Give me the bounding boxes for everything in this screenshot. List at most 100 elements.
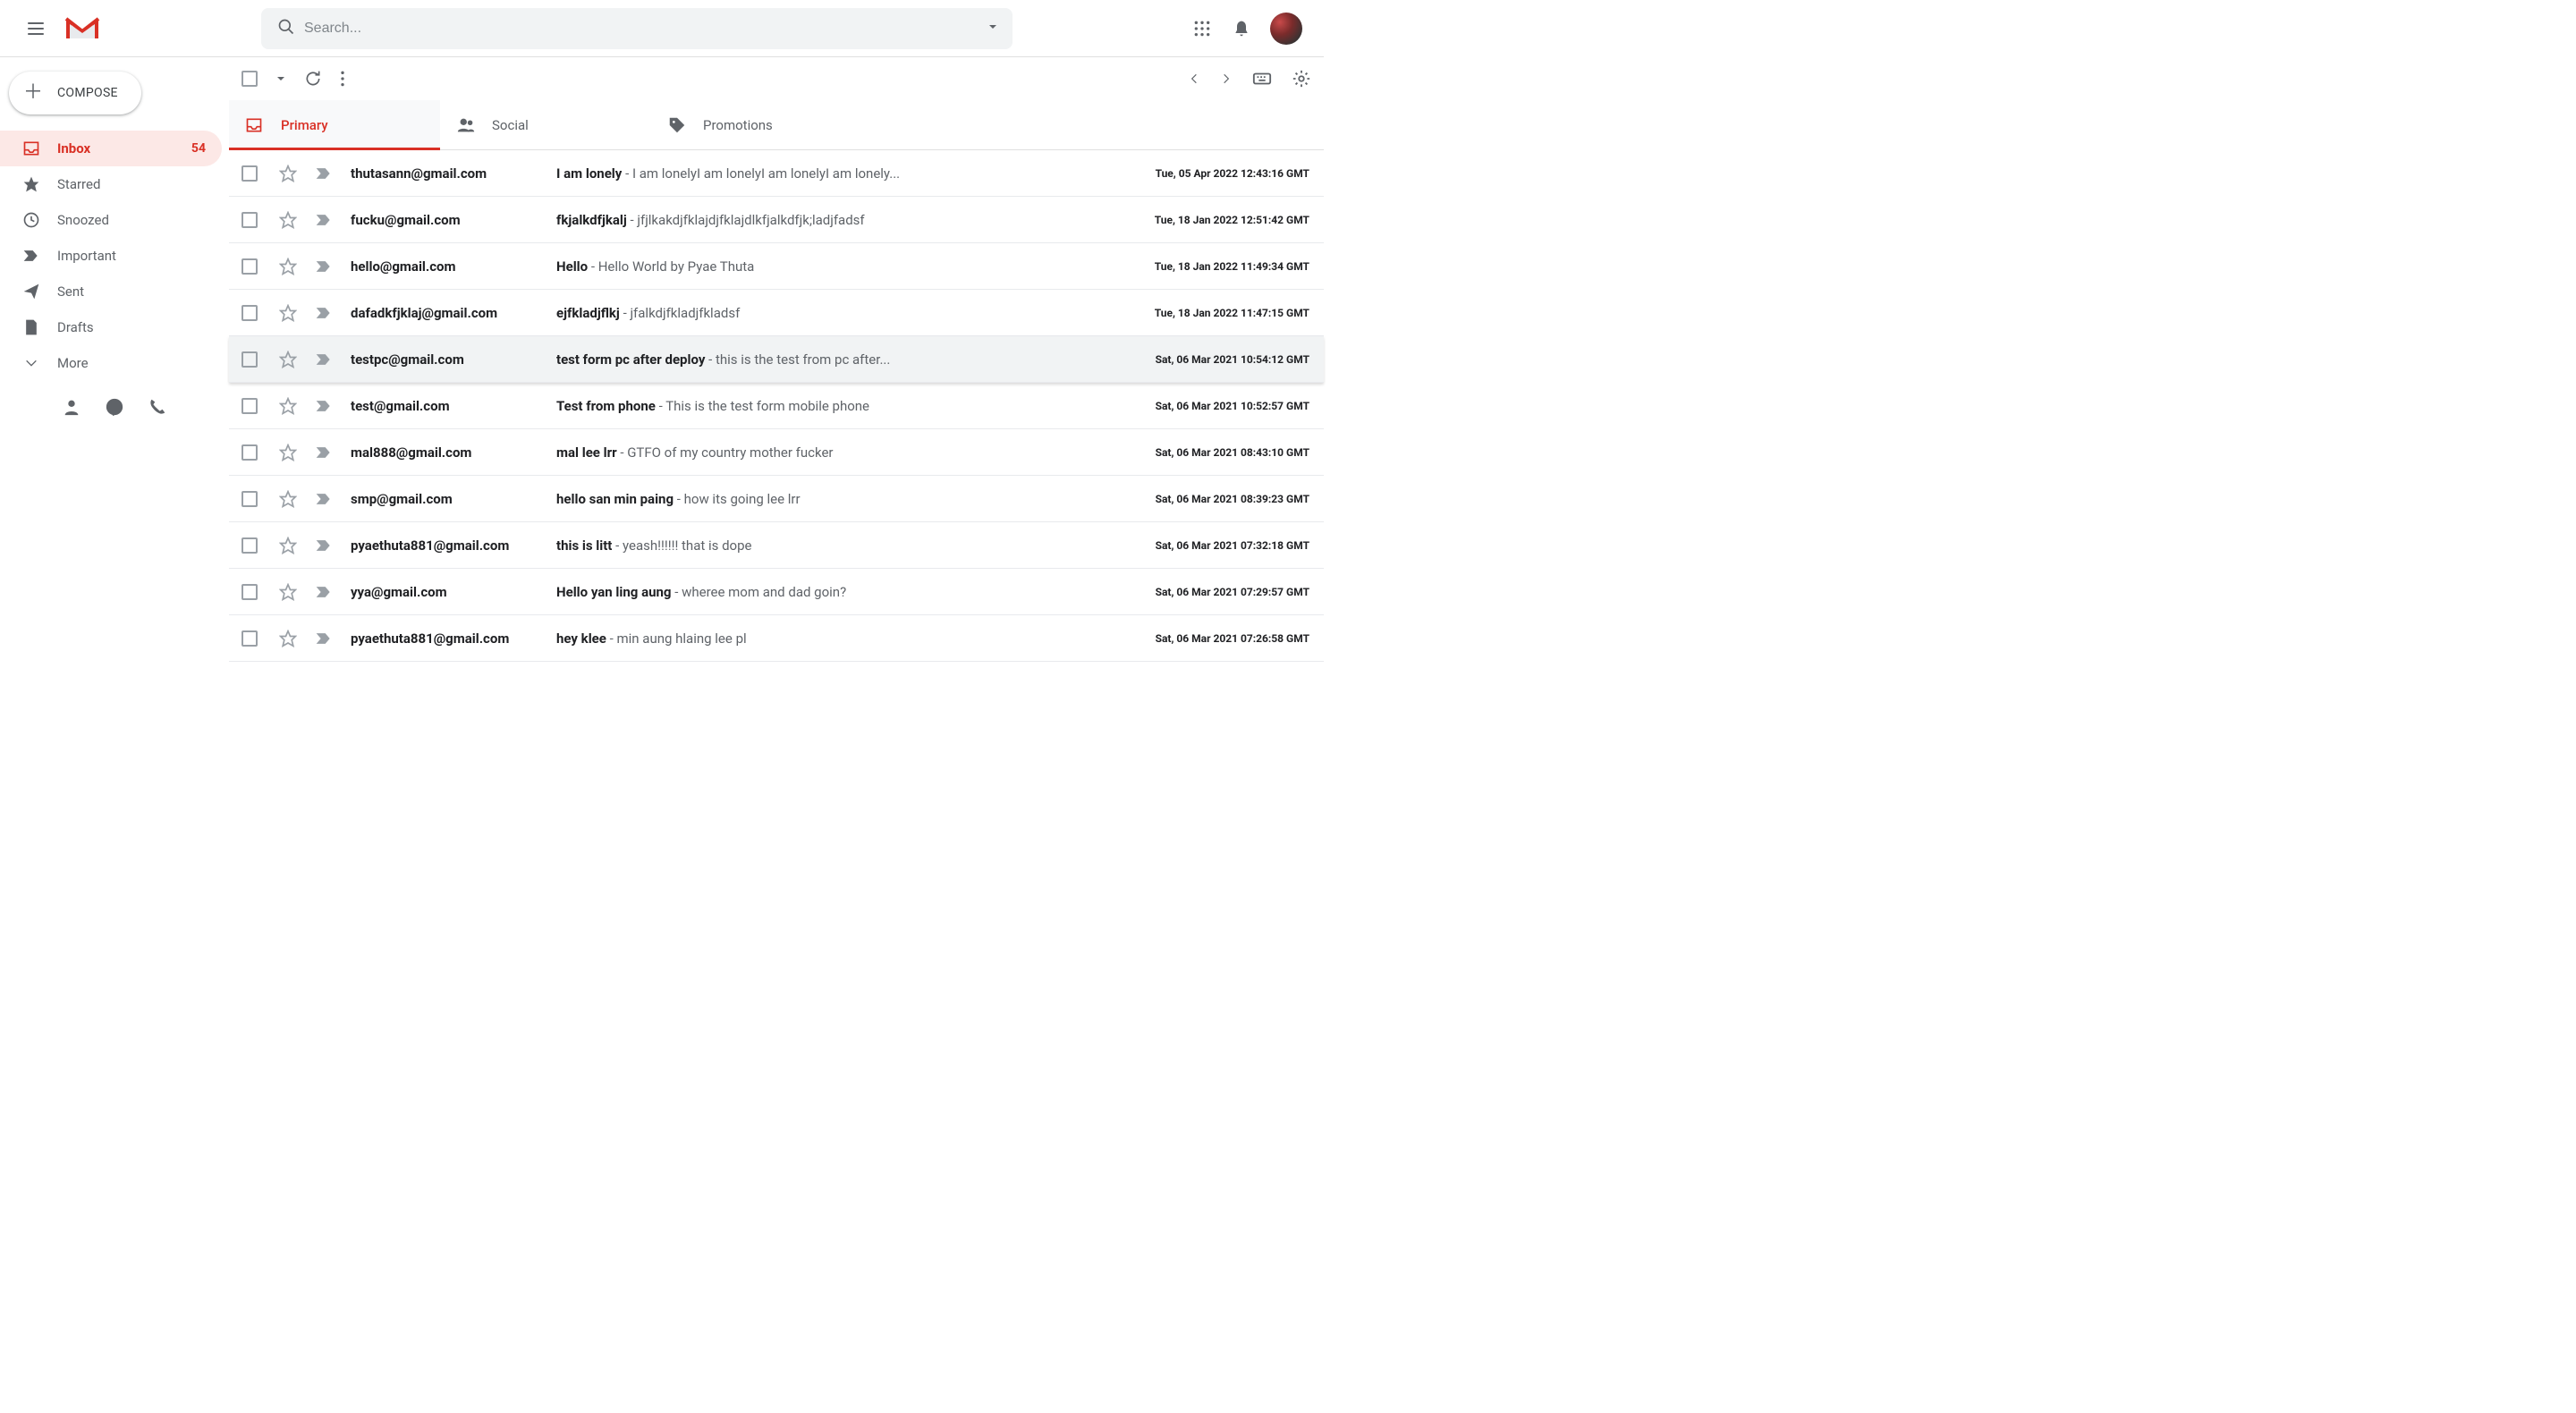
star-button[interactable] xyxy=(279,351,297,368)
row-checkbox[interactable] xyxy=(242,491,258,507)
email-row[interactable]: smp@gmail.com hello san min paing - how … xyxy=(229,476,1324,522)
sidebar-item-label: Snoozed xyxy=(57,212,109,228)
sidebar-item-inbox[interactable]: Inbox 54 xyxy=(0,131,222,166)
email-row[interactable]: pyaethuta881@gmail.com this is litt - ye… xyxy=(229,522,1324,569)
refresh-button[interactable] xyxy=(304,70,322,88)
search-input[interactable] xyxy=(304,21,980,37)
email-row[interactable]: dafadkfjklaj@gmail.com ejfkladjflkj - jf… xyxy=(229,290,1324,336)
sidebar-item-drafts[interactable]: Drafts xyxy=(0,309,222,345)
row-checkbox[interactable] xyxy=(242,444,258,461)
next-page-button[interactable] xyxy=(1220,72,1233,85)
compose-label: COMPOSE xyxy=(57,86,118,100)
email-sender: testpc@gmail.com xyxy=(351,351,556,368)
important-button[interactable] xyxy=(315,631,333,646)
select-all-checkbox[interactable] xyxy=(242,71,258,87)
compose-button[interactable]: ＋ COMPOSE xyxy=(9,72,141,114)
email-row[interactable]: hello@gmail.com Hello - Hello World by P… xyxy=(229,243,1324,290)
important-button[interactable] xyxy=(315,492,333,506)
important-button[interactable] xyxy=(315,166,333,181)
sidebar-item-label: Inbox xyxy=(57,140,90,157)
email-row[interactable]: fucku@gmail.com fkjalkdfjkalj - jfjlkakd… xyxy=(229,197,1324,243)
email-row[interactable]: pyaethuta881@gmail.com hey klee - min au… xyxy=(229,615,1324,662)
row-checkbox[interactable] xyxy=(242,258,258,275)
row-checkbox[interactable] xyxy=(242,351,258,368)
sidebar-item-important[interactable]: Important xyxy=(0,238,222,274)
prev-page-button[interactable] xyxy=(1188,72,1200,85)
star-button[interactable] xyxy=(279,211,297,229)
notifications-button[interactable] xyxy=(1231,18,1252,39)
email-row[interactable]: testpc@gmail.com test form pc after depl… xyxy=(229,336,1324,383)
sidebar-item-starred[interactable]: Starred xyxy=(0,166,222,202)
star-icon xyxy=(279,583,297,601)
tab-social[interactable]: Social xyxy=(440,100,651,149)
tab-promotions[interactable]: Promotions xyxy=(651,100,862,149)
hangouts-button[interactable] xyxy=(105,397,124,420)
more-button[interactable] xyxy=(340,70,345,88)
email-subject: mal lee lrr xyxy=(556,444,617,461)
email-row[interactable]: mal888@gmail.com mal lee lrr - GTFO of m… xyxy=(229,429,1324,476)
sidebar-item-sent[interactable]: Sent xyxy=(0,274,222,309)
search-options-dropdown[interactable] xyxy=(980,21,1005,36)
select-dropdown[interactable] xyxy=(275,73,286,84)
email-snippet: jfjlkakdjfklajdjfklajdlkfjalkdfjk;ladjfa… xyxy=(637,212,864,228)
row-checkbox[interactable] xyxy=(242,212,258,228)
menu-button[interactable] xyxy=(14,7,57,50)
account-avatar[interactable] xyxy=(1270,13,1302,45)
email-date: Sat, 06 Mar 2021 10:52:57 GMT xyxy=(1109,400,1324,412)
phone-button[interactable] xyxy=(148,397,167,420)
important-icon xyxy=(315,585,333,599)
row-checkbox[interactable] xyxy=(242,584,258,600)
star-button[interactable] xyxy=(279,583,297,601)
email-subject-line: mal lee lrr - GTFO of my country mother … xyxy=(556,444,1109,461)
star-button[interactable] xyxy=(279,165,297,182)
row-checkbox[interactable] xyxy=(242,165,258,182)
row-checkbox[interactable] xyxy=(242,398,258,414)
important-button[interactable] xyxy=(315,306,333,320)
email-sender: smp@gmail.com xyxy=(351,491,556,507)
important-button[interactable] xyxy=(315,445,333,460)
star-button[interactable] xyxy=(279,397,297,415)
email-subject-line: Hello yan ling aung - wheree mom and dad… xyxy=(556,584,1109,600)
email-date: Sat, 06 Mar 2021 08:39:23 GMT xyxy=(1109,493,1324,505)
email-snippet: This is the test form mobile phone xyxy=(665,398,869,414)
important-button[interactable] xyxy=(315,538,333,553)
star-icon xyxy=(21,175,41,193)
important-button[interactable] xyxy=(315,259,333,274)
row-checkbox[interactable] xyxy=(242,305,258,321)
tab-primary[interactable]: Primary xyxy=(229,100,440,149)
person-icon xyxy=(62,397,81,417)
email-sender: yya@gmail.com xyxy=(351,584,556,600)
contacts-button[interactable] xyxy=(62,397,81,420)
important-button[interactable] xyxy=(315,213,333,227)
gmail-logo[interactable] xyxy=(64,15,100,42)
hamburger-icon xyxy=(28,22,44,35)
apps-button[interactable] xyxy=(1191,18,1213,39)
star-button[interactable] xyxy=(279,258,297,275)
important-button[interactable] xyxy=(315,352,333,367)
important-button[interactable] xyxy=(315,585,333,599)
email-row[interactable]: yya@gmail.com Hello yan ling aung - wher… xyxy=(229,569,1324,615)
sidebar-item-more[interactable]: More xyxy=(0,345,222,381)
star-button[interactable] xyxy=(279,537,297,554)
chevron-down-icon xyxy=(275,73,286,84)
settings-button[interactable] xyxy=(1292,69,1311,89)
email-row[interactable]: thutasann@gmail.com I am lonely - I am l… xyxy=(229,150,1324,197)
star-button[interactable] xyxy=(279,304,297,322)
search-bar[interactable] xyxy=(261,8,1013,49)
star-button[interactable] xyxy=(279,490,297,508)
email-snippet: jfalkdjfkladjfkladsf xyxy=(630,305,740,321)
sidebar-item-snoozed[interactable]: Snoozed xyxy=(0,202,222,238)
important-icon xyxy=(315,213,333,227)
star-button[interactable] xyxy=(279,444,297,461)
email-row[interactable]: test@gmail.com Test from phone - This is… xyxy=(229,383,1324,429)
star-button[interactable] xyxy=(279,630,297,647)
input-tools-button[interactable] xyxy=(1252,69,1272,89)
important-button[interactable] xyxy=(315,399,333,413)
row-checkbox[interactable] xyxy=(242,630,258,647)
star-icon xyxy=(279,351,297,368)
email-subject: test form pc after deploy xyxy=(556,351,705,368)
row-checkbox[interactable] xyxy=(242,537,258,554)
chevron-left-icon xyxy=(1188,72,1200,85)
app-header xyxy=(0,0,1324,57)
email-snippet: Hello World by Pyae Thuta xyxy=(598,258,755,275)
